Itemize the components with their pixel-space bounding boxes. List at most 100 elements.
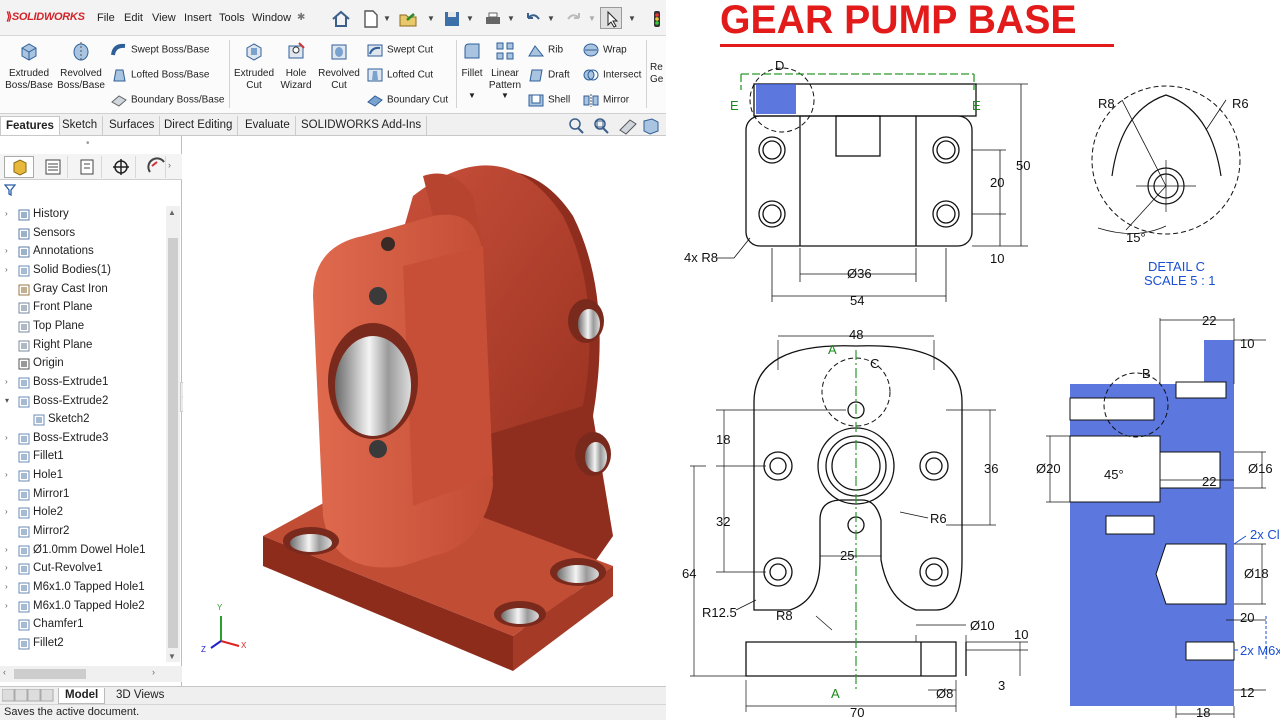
tree-item[interactable]: › Ø1.0mm Dowel Hole1	[0, 542, 166, 560]
panel-tabs-scroll-icon[interactable]: ›	[168, 160, 171, 170]
tree-item[interactable]: › Hole1	[0, 467, 166, 485]
tree-item[interactable]: Right Plane	[0, 337, 166, 355]
save-icon[interactable]	[440, 7, 462, 29]
tree-item[interactable]: › Boss-Extrude1	[0, 374, 166, 392]
scroll-left-icon[interactable]: ‹	[3, 667, 6, 677]
reference-geometry-button[interactable]: Re Ge	[650, 62, 666, 86]
tree-item[interactable]: › M6x1.0 Tapped Hole1	[0, 579, 166, 597]
boundary-cut-button[interactable]: Boundary Cut	[366, 92, 448, 108]
scroll-down-icon[interactable]: ▼	[168, 652, 176, 661]
menu-tools[interactable]: Tools	[219, 12, 245, 24]
fillet-dropdown-icon[interactable]: ▼	[458, 90, 486, 102]
tree-item[interactable]: ▾ Boss-Extrude2	[0, 393, 166, 411]
extruded-boss-button[interactable]: Extruded Boss/Base	[4, 40, 54, 92]
graphics-area[interactable]: Y X Z	[183, 136, 666, 686]
pin-icon[interactable]: ✱	[297, 12, 305, 23]
collapse-arrow-icon[interactable]: ▾	[5, 396, 9, 405]
tree-item[interactable]: › Annotations	[0, 243, 166, 261]
tree-item[interactable]: Fillet1	[0, 448, 166, 466]
lofted-cut-button[interactable]: Lofted Cut	[366, 67, 433, 83]
tab-sketch[interactable]: Sketch	[57, 116, 104, 135]
expand-arrow-icon[interactable]: ›	[5, 563, 8, 572]
scroll-up-icon[interactable]: ▲	[168, 208, 176, 217]
expand-arrow-icon[interactable]: ›	[5, 507, 8, 516]
revolved-cut-button[interactable]: Revolved Cut	[316, 40, 362, 92]
expand-arrow-icon[interactable]: ›	[5, 601, 8, 610]
menu-insert[interactable]: Insert	[184, 12, 212, 24]
expand-arrow-icon[interactable]: ›	[5, 377, 8, 386]
mirror-button[interactable]: Mirror	[582, 92, 629, 108]
fillet-button[interactable]: Fillet ▼	[458, 40, 486, 102]
tree-item[interactable]: › Cut-Revolve1	[0, 560, 166, 578]
expand-arrow-icon[interactable]: ›	[5, 470, 8, 479]
tab-navigation-arrows[interactable]	[2, 689, 56, 702]
expand-arrow-icon[interactable]: ›	[5, 246, 8, 255]
print-icon[interactable]	[481, 7, 503, 29]
shell-button[interactable]: Shell	[527, 92, 570, 108]
tab-direct-editing[interactable]: Direct Editing	[159, 116, 239, 135]
extruded-cut-button[interactable]: Extruded Cut	[231, 40, 277, 92]
rib-button[interactable]: Rib	[527, 42, 563, 58]
tree-item[interactable]: Top Plane	[0, 318, 166, 336]
display-manager-tab-icon[interactable]	[140, 156, 166, 178]
hole-wizard-button[interactable]: Hole Wizard	[276, 40, 316, 92]
tree-item[interactable]: Chamfer1	[0, 616, 166, 634]
gear-pump-base-3d-model[interactable]: Y X Z	[183, 136, 666, 686]
tree-item[interactable]: Sketch2	[0, 411, 166, 429]
feature-manager-tab-icon[interactable]	[4, 156, 34, 178]
property-manager-tab-icon[interactable]	[38, 156, 68, 178]
scroll-right-icon[interactable]: ›	[152, 667, 155, 677]
redo-dropdown-icon[interactable]: ▼	[588, 14, 596, 23]
expand-arrow-icon[interactable]: ›	[5, 265, 8, 274]
tab-evaluate[interactable]: Evaluate	[240, 116, 296, 135]
expand-arrow-icon[interactable]: ›	[5, 209, 8, 218]
wrap-button[interactable]: Wrap	[582, 42, 627, 58]
expand-arrow-icon[interactable]: ›	[5, 433, 8, 442]
undo-icon[interactable]	[521, 7, 543, 29]
tree-item[interactable]: › Boss-Extrude3	[0, 430, 166, 448]
intersect-button[interactable]: Intersect	[582, 67, 641, 83]
tree-item[interactable]: Gray Cast Iron	[0, 281, 166, 299]
panel-grip-icon[interactable]: •	[86, 138, 90, 149]
tree-item[interactable]: Mirror2	[0, 523, 166, 541]
select-cursor-icon[interactable]	[600, 7, 622, 29]
linear-pattern-button[interactable]: Linear Pattern ▼	[487, 40, 523, 102]
tree-vertical-scroll-thumb[interactable]	[168, 238, 178, 648]
configuration-manager-tab-icon[interactable]	[72, 156, 102, 178]
view-heads-up-toolbar[interactable]	[566, 116, 662, 136]
save-dropdown-icon[interactable]: ▼	[466, 14, 474, 23]
select-dropdown-icon[interactable]: ▼	[628, 14, 636, 23]
tree-item[interactable]: Front Plane	[0, 299, 166, 317]
new-document-icon[interactable]	[359, 7, 381, 29]
tab-model[interactable]: Model	[58, 688, 106, 704]
tab-surfaces[interactable]: Surfaces	[104, 116, 161, 135]
tree-item[interactable]: Sensors	[0, 225, 166, 243]
home-icon[interactable]	[329, 7, 351, 29]
tree-item[interactable]: › Hole2	[0, 504, 166, 522]
tree-item[interactable]: › Solid Bodies(1)	[0, 262, 166, 280]
expand-arrow-icon[interactable]: ›	[5, 582, 8, 591]
menu-view[interactable]: View	[152, 12, 176, 24]
tab-3d-views[interactable]: 3D Views	[110, 688, 170, 704]
dimxpert-tab-icon[interactable]	[106, 156, 136, 178]
expand-arrow-icon[interactable]: ›	[5, 545, 8, 554]
tree-horizontal-scroll-thumb[interactable]	[14, 669, 86, 679]
menu-file[interactable]: File	[97, 12, 115, 24]
open-folder-icon[interactable]	[396, 7, 418, 29]
lofted-boss-button[interactable]: Lofted Boss/Base	[110, 67, 209, 83]
filter-icon[interactable]	[3, 184, 17, 199]
undo-dropdown-icon[interactable]: ▼	[547, 14, 555, 23]
menu-window[interactable]: Window	[252, 12, 291, 24]
draft-button[interactable]: Draft	[527, 67, 570, 83]
menu-edit[interactable]: Edit	[124, 12, 143, 24]
revolved-boss-button[interactable]: Revolved Boss/Base	[56, 40, 106, 92]
swept-cut-button[interactable]: Swept Cut	[366, 42, 433, 58]
tab-features[interactable]: Features	[0, 116, 60, 135]
swept-boss-button[interactable]: Swept Boss/Base	[110, 42, 209, 58]
tree-item[interactable]: Origin	[0, 355, 166, 373]
redo-icon[interactable]	[562, 7, 584, 29]
rebuild-traffic-light-icon[interactable]	[645, 7, 666, 29]
tree-item[interactable]: Fillet2	[0, 635, 166, 653]
tree-item[interactable]: Mirror1	[0, 486, 166, 504]
print-dropdown-icon[interactable]: ▼	[507, 14, 515, 23]
